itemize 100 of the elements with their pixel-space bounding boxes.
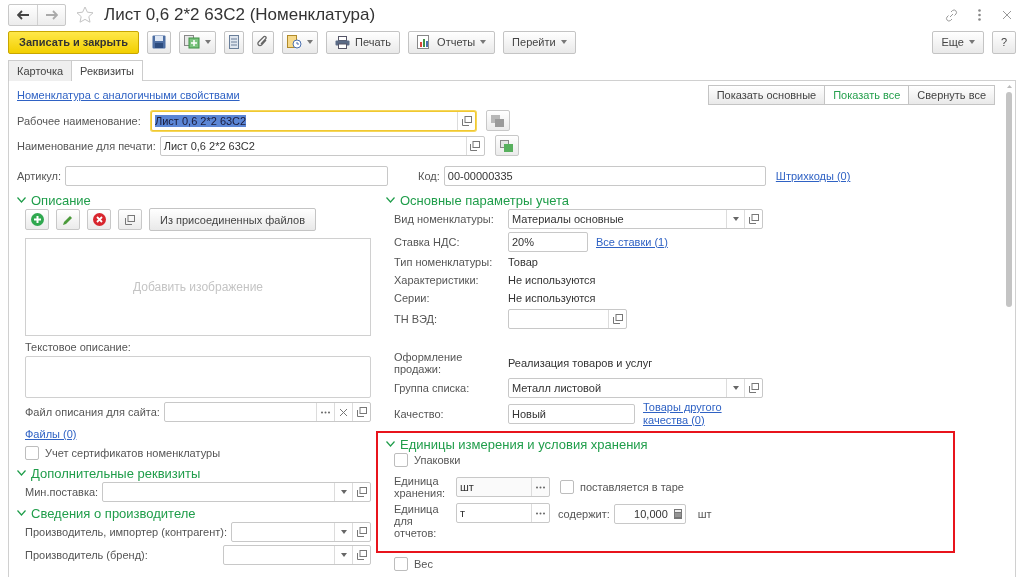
similar-items-link[interactable]: Номенклатура с аналогичными свойствами [17, 89, 240, 101]
view-button[interactable]: Показать основные [707, 85, 826, 105]
field-label: Рабочее наименование: [17, 114, 142, 127]
field-label: Оформление продажи: [394, 351, 464, 375]
close-icon [1003, 11, 1011, 19]
fill-button[interactable] [494, 135, 519, 156]
view-button[interactable]: Свернуть все [909, 85, 995, 105]
chevron-down-icon[interactable] [17, 197, 26, 203]
barcodes-link[interactable]: Штрихкоды (0) [775, 170, 851, 182]
select-field[interactable]: Материалы основные [508, 209, 763, 229]
field-value: Не используются [508, 273, 596, 286]
toolbar-icon-button[interactable] [224, 30, 245, 54]
toolbar-menu-button[interactable]: Перейти [503, 30, 576, 54]
site-file-field[interactable] [163, 402, 371, 422]
field-label: Вид номенклатуры: [394, 213, 495, 225]
open-icon [356, 487, 367, 497]
open-button[interactable] [352, 403, 370, 421]
scroll-up-icon [1006, 85, 1012, 88]
save-close-button[interactable]: Записать и закрыть [8, 30, 140, 54]
chevron-down-icon[interactable] [386, 441, 395, 447]
star-icon[interactable] [76, 6, 94, 24]
back-arrow-icon [17, 10, 29, 20]
edit-button[interactable] [56, 209, 80, 230]
field-label: Ставка НДС: [394, 236, 461, 248]
value-link[interactable]: Товары другого качества (0) [643, 401, 743, 427]
open-button[interactable] [744, 210, 762, 228]
open-button[interactable] [744, 379, 762, 397]
scroll-thumb[interactable] [1006, 92, 1012, 307]
add-button[interactable] [25, 209, 49, 230]
chevron-down-icon[interactable] [17, 510, 26, 516]
toolbar-button[interactable]: Печать [326, 30, 401, 54]
select-field[interactable]: Металл листовой [508, 378, 763, 398]
open-button[interactable] [608, 310, 626, 328]
manufacturer-field[interactable] [223, 545, 371, 565]
min-supply-field[interactable] [102, 482, 371, 502]
open-button[interactable] [352, 523, 370, 541]
link-icon [944, 8, 958, 22]
field-value: Не используются [508, 291, 596, 304]
field-label: Группа списка: [394, 382, 471, 394]
checkbox[interactable] [394, 453, 408, 467]
manufacturer-field[interactable] [231, 522, 371, 542]
plus-icon [30, 213, 44, 226]
input-field[interactable]: Новый [508, 404, 635, 424]
chevron-down-icon[interactable] [386, 197, 395, 203]
attach-files-button[interactable]: Из присоединенных файлов [149, 208, 317, 231]
open-button[interactable] [118, 209, 142, 230]
tab[interactable]: Карточка [8, 60, 72, 81]
delete-button[interactable] [87, 209, 111, 230]
clear-icon [340, 408, 347, 416]
toolbar-icon-button[interactable] [252, 30, 275, 54]
image-placeholder: Добавить изображение [132, 280, 263, 294]
article-field[interactable] [65, 166, 389, 186]
input-field[interactable]: 20% [508, 232, 588, 252]
field-label: содержит: [558, 507, 610, 520]
files-link[interactable]: Файлы (0) [25, 428, 77, 440]
open-icon [612, 314, 623, 324]
chevron-down-icon[interactable] [17, 470, 26, 476]
open-icon [461, 115, 472, 126]
toolbar-button[interactable]: ? [991, 30, 1016, 54]
number-field[interactable]: 10,000 [613, 503, 686, 524]
toolbar-menu-button[interactable]: Еще [932, 30, 984, 54]
open-icon [748, 214, 759, 224]
list-icon [229, 35, 240, 49]
checkbox-label: Вес [414, 558, 433, 570]
section-title: Основные параметры учета [400, 192, 569, 208]
unit-field[interactable]: т [456, 503, 550, 523]
dropdown-icon [340, 490, 347, 494]
field-label: Артикул: [17, 170, 62, 182]
open-button[interactable] [457, 111, 475, 130]
caret-icon [205, 40, 212, 44]
copy-button[interactable] [486, 110, 510, 131]
toolbar-icon-button[interactable] [147, 30, 172, 54]
view-button[interactable]: Показать все [825, 85, 910, 105]
field-label: Код: [418, 170, 440, 182]
field-value: Товар [508, 255, 538, 268]
name-field[interactable]: Лист 0,6 2*2 63С2 [151, 110, 476, 131]
open-icon [748, 383, 759, 393]
open-icon [125, 214, 135, 225]
toolbar-menu-button[interactable] [179, 30, 217, 54]
checkbox[interactable] [25, 446, 39, 460]
paperclip-icon [257, 35, 270, 49]
field-label: Единица для отчетов: [394, 503, 440, 539]
open-button[interactable] [352, 546, 370, 564]
checkbox-label: Упаковки [414, 454, 461, 466]
section-title: Сведения о производителе [31, 505, 196, 521]
toolbar-menu-button[interactable] [282, 30, 319, 54]
value-link[interactable]: Все ставки (1) [596, 235, 696, 249]
input-field[interactable] [508, 309, 627, 329]
field-label: Серии: [394, 291, 431, 304]
toolbar-menu-button[interactable]: Отчеты [408, 30, 496, 54]
checkbox[interactable] [394, 557, 408, 571]
section-title: Единицы измерения и условия хранения [400, 436, 648, 452]
open-icon [356, 407, 367, 417]
code-field[interactable]: 00-00000335 [443, 166, 766, 186]
open-button[interactable] [352, 483, 370, 501]
name-field[interactable]: Лист 0,6 2*2 63С2 [159, 135, 485, 156]
field-label: ТН ВЭД: [394, 313, 439, 325]
pencil-icon [62, 213, 74, 226]
tab[interactable]: Реквизиты [71, 60, 143, 81]
section-title: Дополнительные реквизиты [31, 465, 201, 481]
